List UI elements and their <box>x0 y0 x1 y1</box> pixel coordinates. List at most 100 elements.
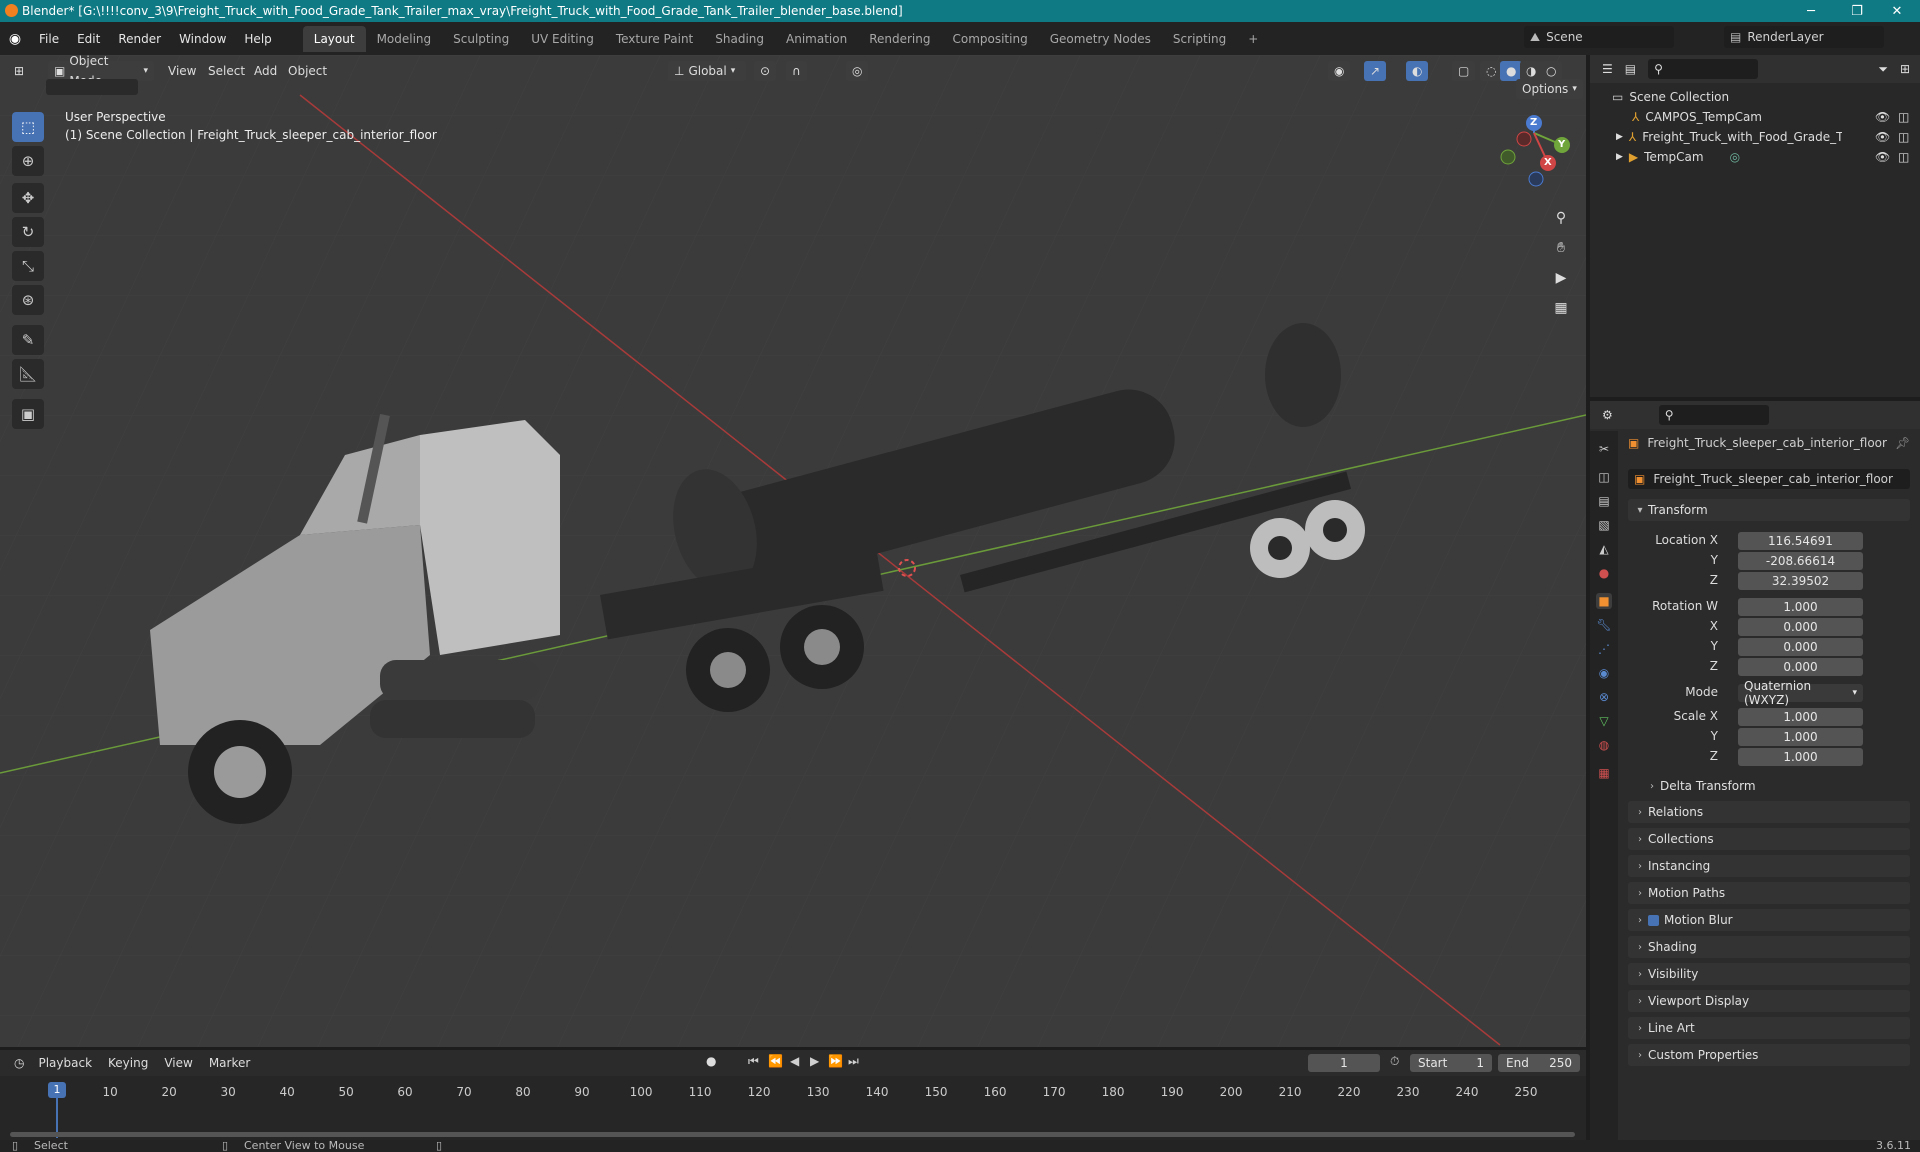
eye-icon[interactable]: 👁︎ <box>1875 150 1890 164</box>
world-tab-icon[interactable]: ● <box>1596 565 1612 581</box>
expand-arrow-icon[interactable]: ▶ <box>1616 132 1623 142</box>
timeline-scrollbar[interactable] <box>10 1132 1575 1137</box>
panel-delta-transform[interactable]: › Delta Transform <box>1640 775 1910 797</box>
visibility-button[interactable]: ◉ <box>1328 61 1351 81</box>
snap-button[interactable]: ∩ <box>786 61 807 81</box>
vp-menu-object[interactable]: Object <box>280 64 335 78</box>
mode-dropdown[interactable]: ▣ Object Mode ▾ <box>48 55 154 88</box>
end-frame-field[interactable]: End 250 <box>1498 1054 1580 1072</box>
scene-tab-icon[interactable]: ◭ <box>1596 541 1612 557</box>
particles-tab-icon[interactable]: ⋰ <box>1596 641 1612 657</box>
panel-viewport-display[interactable]: › Viewport Display <box>1628 990 1910 1012</box>
tab-shading[interactable]: Shading <box>704 26 775 52</box>
new-collection-button[interactable]: ⊞ <box>1894 59 1916 79</box>
tab-texture-paint[interactable]: Texture Paint <box>605 26 704 52</box>
record-button[interactable]: ● <box>706 1054 716 1068</box>
physics-tab-icon[interactable]: ◉ <box>1596 665 1612 681</box>
panel-transform[interactable]: ▾ Transform <box>1628 499 1910 521</box>
expand-arrow-icon[interactable]: ▶ <box>1616 152 1623 162</box>
display-mode-button[interactable]: ▤ <box>1619 59 1642 79</box>
camera-render-icon[interactable]: ◫ <box>1898 130 1909 144</box>
stopwatch-icon[interactable]: ⏱ <box>1390 1054 1399 1069</box>
tool-measure[interactable]: 📐︎ <box>12 359 44 389</box>
panel-custom-properties[interactable]: › Custom Properties <box>1628 1044 1910 1066</box>
filter-button[interactable]: ⏷ <box>1872 59 1894 79</box>
close-button[interactable]: ✕ <box>1874 0 1920 22</box>
rotation-mode-dropdown[interactable]: Quaternion (WXYZ) ▾ <box>1738 679 1863 707</box>
outliner-row-scene-collection[interactable]: ▭ Scene Collection <box>1590 87 1920 107</box>
xray-button[interactable]: ▢ <box>1452 61 1476 81</box>
next-keyframe-icon[interactable]: ⏩ <box>828 1054 843 1068</box>
location-y-field[interactable]: -208.66614 <box>1738 552 1863 570</box>
options-button[interactable]: Options ▾ <box>1516 79 1583 99</box>
orientation-dropdown[interactable]: ⊥ Global ▾ <box>668 61 746 81</box>
tab-uv-editing[interactable]: UV Editing <box>520 26 605 52</box>
pan-button[interactable]: ✋︎ <box>1548 235 1574 261</box>
tab-sculpting[interactable]: Sculpting <box>442 26 520 52</box>
material-tab-icon[interactable]: ◍ <box>1596 737 1612 753</box>
tool-add-cube[interactable]: ▣ <box>12 399 44 429</box>
menu-render[interactable]: Render <box>109 27 170 51</box>
properties-search[interactable]: ⚲ <box>1658 405 1769 425</box>
timeline-menu-view[interactable]: View <box>156 1056 200 1070</box>
tab-compositing[interactable]: Compositing <box>941 26 1038 52</box>
prev-keyframe-icon[interactable]: ⏪ <box>768 1054 783 1068</box>
camera-view-button[interactable]: ▶ <box>1548 265 1574 291</box>
ortho-toggle-button[interactable]: ▦ <box>1548 295 1574 321</box>
view-layer-tab-icon[interactable]: ▧ <box>1596 517 1612 533</box>
overlay-toggle-button[interactable]: ◐ <box>1406 61 1429 81</box>
outliner-search[interactable]: ⚲ <box>1648 59 1759 79</box>
location-z-field[interactable]: 32.39502 <box>1738 572 1863 590</box>
start-frame-field[interactable]: Start 1 <box>1410 1054 1492 1072</box>
constraints-tab-icon[interactable]: ⊗ <box>1596 689 1612 705</box>
outliner-row-campos[interactable]: ⅄ CAMPOS_TempCam 👁︎ ◫ <box>1590 107 1920 127</box>
panel-instancing[interactable]: › Instancing <box>1628 855 1910 877</box>
current-frame-field[interactable]: 1 <box>1308 1054 1380 1072</box>
pin-icon[interactable]: 📌︎ <box>1895 436 1910 450</box>
editor-type-button[interactable]: ⊞ <box>8 61 30 81</box>
play-icon[interactable]: ▶ <box>810 1054 819 1068</box>
shading-rendered-button[interactable]: ○ <box>1540 61 1563 81</box>
output-tab-icon[interactable]: ▤ <box>1596 493 1612 509</box>
menu-file[interactable]: File <box>30 27 68 51</box>
modifier-tab-icon[interactable]: 🔧︎ <box>1596 617 1612 633</box>
vp-menu-view[interactable]: View <box>160 64 204 78</box>
location-x-field[interactable]: 116.54691 <box>1738 532 1863 550</box>
scale-z-field[interactable]: 1.000 <box>1738 748 1863 766</box>
tab-scripting[interactable]: Scripting <box>1162 26 1237 52</box>
timeline-menu-marker[interactable]: Marker <box>201 1056 258 1070</box>
gizmo-x-label[interactable]: X <box>1544 157 1552 168</box>
camera-render-icon[interactable]: ◫ <box>1898 110 1909 124</box>
menu-window[interactable]: Window <box>170 27 235 51</box>
tool-move[interactable]: ✥ <box>12 183 44 213</box>
outliner-row-freight-truck[interactable]: ▶ ⅄ Freight_Truck_with_Food_Grade_Tank_1… <box>1590 127 1920 147</box>
minimize-button[interactable]: ─ <box>1788 0 1834 22</box>
add-workspace-button[interactable]: + <box>1237 26 1269 52</box>
panel-line-art[interactable]: › Line Art <box>1628 1017 1910 1039</box>
jump-start-icon[interactable]: ⏮ <box>748 1054 759 1069</box>
panel-shading[interactable]: › Shading <box>1628 936 1910 958</box>
panel-relations[interactable]: › Relations <box>1628 801 1910 823</box>
rotation-w-field[interactable]: 1.000 <box>1738 598 1863 616</box>
texture-tab-icon[interactable]: ▦ <box>1596 765 1612 781</box>
playhead[interactable]: 1 <box>48 1082 66 1098</box>
data-tab-icon[interactable]: ▽ <box>1596 713 1612 729</box>
tool-select-box[interactable]: ⬚ <box>12 112 44 142</box>
blender-menu-icon[interactable]: ◉ <box>0 31 30 47</box>
tab-layout[interactable]: Layout <box>302 25 366 52</box>
timeline-editor-type[interactable]: ◷ <box>8 1053 30 1073</box>
motion-blur-checkbox[interactable] <box>1648 914 1659 926</box>
panel-collections[interactable]: › Collections <box>1628 828 1910 850</box>
panel-visibility[interactable]: › Visibility <box>1628 963 1910 985</box>
panel-motion-blur[interactable]: › Motion Blur <box>1628 909 1910 931</box>
scene-selector[interactable]: ⛰ Scene <box>1524 26 1674 48</box>
outliner-row-tempcam[interactable]: ▶ ▶ TempCam ◎ 👁︎ ◫ <box>1590 147 1920 167</box>
rotation-x-field[interactable]: 0.000 <box>1738 618 1863 636</box>
tool-annotate[interactable]: ✎ <box>12 325 44 355</box>
scale-y-field[interactable]: 1.000 <box>1738 728 1863 746</box>
camera-render-icon[interactable]: ◫ <box>1898 150 1909 164</box>
gizmo-z-label[interactable]: Z <box>1530 117 1537 128</box>
eye-icon[interactable]: 👁︎ <box>1875 110 1890 124</box>
rotation-y-field[interactable]: 0.000 <box>1738 638 1863 656</box>
object-datablock-field[interactable]: ▣ Freight_Truck_sleeper_cab_interior_flo… <box>1628 469 1910 489</box>
